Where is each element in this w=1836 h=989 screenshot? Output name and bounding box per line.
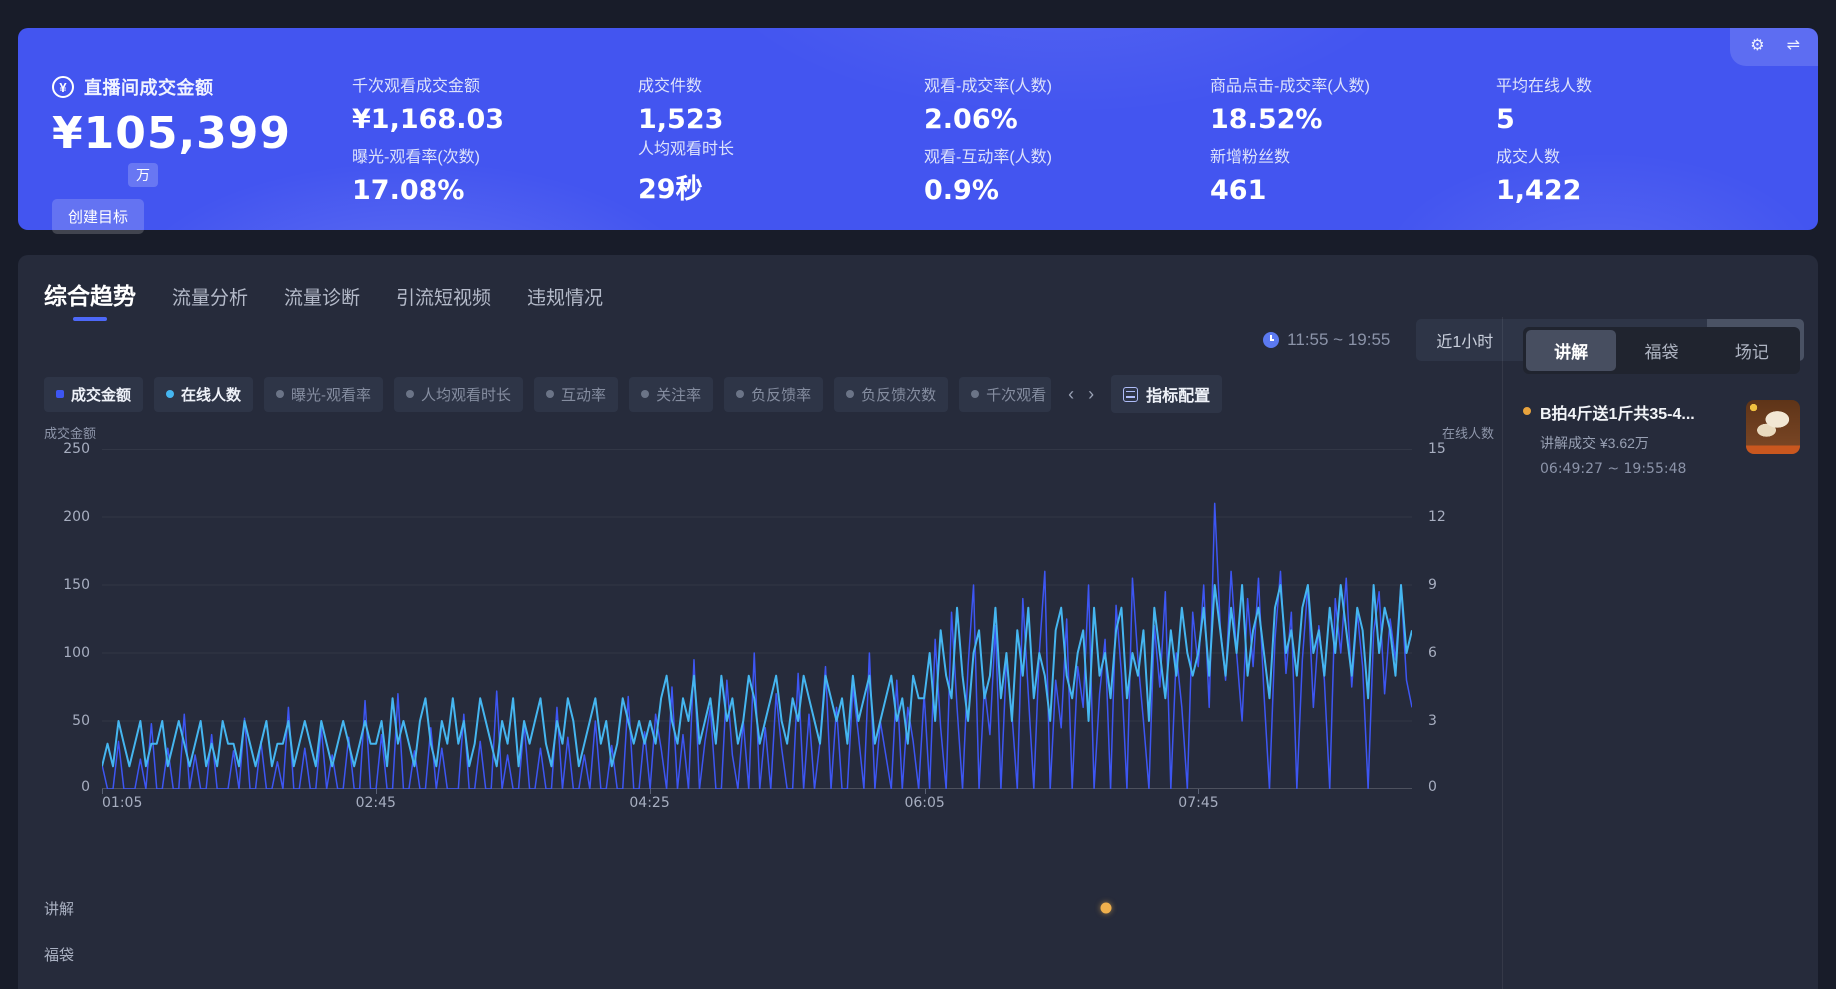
currency-icon: ¥ — [52, 76, 74, 98]
explain-timeline-row: 讲解 — [44, 885, 1496, 931]
explain-item[interactable]: B拍4斤送1斤共35-4... 讲解成交 ¥3.62万 06:49:27 ~ 1… — [1523, 400, 1800, 477]
swap-icon[interactable]: ⇌ — [1787, 38, 1800, 54]
chip-per-1k-views[interactable]: 千次观看 — [959, 377, 1051, 412]
metric-legend: 成交金额 在线人数 曝光-观看率 人均观看时长 互动率 关注率 负反馈率 负反馈… — [44, 375, 1222, 413]
stat-buyers: 成交人数 1,422 — [1496, 143, 1772, 206]
stat-click-conversion-rate: 商品点击-成交率(人数) 18.52% — [1210, 72, 1486, 135]
chip-pager: ‹ › — [1068, 385, 1094, 403]
gear-icon[interactable]: ⚙ — [1750, 38, 1764, 54]
side-tab-explain[interactable]: 讲解 — [1526, 330, 1616, 371]
legend-marker — [546, 390, 554, 398]
main-metric: ¥ 直播间成交金额 ¥105,399 万 创建目标 — [52, 74, 352, 234]
hero-metrics-card: ¥ 直播间成交金额 ¥105,399 万 创建目标 千次观看成交金额 ¥1,16… — [18, 28, 1818, 230]
hero-corner-actions: ⚙ ⇌ — [1730, 28, 1818, 66]
hero-stats-grid: 千次观看成交金额 ¥1,168.03 曝光-观看率(次数) 17.08% 成交件… — [352, 72, 1772, 204]
legend-marker — [406, 390, 414, 398]
dashboard-page: ¥ 直播间成交金额 ¥105,399 万 创建目标 千次观看成交金额 ¥1,16… — [0, 0, 1836, 989]
legend-marker — [846, 390, 854, 398]
chip-negative-feedback-rate[interactable]: 负反馈率 — [724, 377, 823, 412]
chip-negative-feedback-count[interactable]: 负反馈次数 — [834, 377, 948, 412]
right-axis-ticks: 15 12 9 6 3 0 — [1412, 449, 1496, 789]
x-axis-labels: 01:05 02:45 04:25 06:05 07:45 — [102, 789, 1412, 813]
tab-overall-trend[interactable]: 综合趋势 — [44, 277, 136, 321]
main-metric-label: 直播间成交金额 — [84, 74, 214, 100]
chip-interaction-rate[interactable]: 互动率 — [534, 377, 618, 412]
lucky-bag-timeline-row: 福袋 — [44, 931, 1496, 977]
create-goal-button[interactable]: 创建目标 — [52, 199, 144, 234]
chip-prev-icon[interactable]: ‹ — [1068, 385, 1074, 403]
item-title: B拍4斤送1斤共35-4... — [1540, 400, 1737, 424]
left-axis-ticks: 250 200 150 100 50 0 — [44, 449, 102, 789]
side-panel-tabs: 讲解 福袋 场记 — [1523, 327, 1800, 374]
main-metric-value: ¥105,399 — [52, 108, 352, 159]
right-axis-title: 在线人数 — [1412, 423, 1496, 449]
session-side-panel: 讲解 福袋 场记 B拍4斤送1斤共35-4... 讲解成交 ¥3.62万 06:… — [1502, 317, 1818, 989]
legend-marker — [736, 390, 744, 398]
trend-panel: 综合趋势 流量分析 流量诊断 引流短视频 违规情况 11:55 ~ 19:55 … — [18, 255, 1818, 989]
legend-marker — [276, 390, 284, 398]
stat-view-interaction-rate: 观看-互动率(人数) 0.9% — [924, 143, 1200, 206]
stat-items-sold: 成交件数 1,523 — [638, 72, 914, 135]
legend-marker — [56, 390, 64, 398]
item-bullet-dot — [1523, 407, 1531, 415]
chart-plot-area[interactable] — [102, 449, 1412, 789]
explain-event-dot[interactable] — [1100, 903, 1111, 914]
tab-short-video[interactable]: 引流短视频 — [396, 283, 491, 320]
stat-new-followers: 新增粉丝数 461 — [1210, 143, 1486, 206]
side-tab-log[interactable]: 场记 — [1707, 330, 1797, 371]
stat-avg-watch-time: 人均观看时长 29秒 — [638, 135, 914, 206]
trend-chart-svg — [102, 449, 1412, 789]
chip-follow-rate[interactable]: 关注率 — [629, 377, 713, 412]
chip-next-icon[interactable]: › — [1088, 385, 1094, 403]
event-timeline: 讲解 福袋 — [44, 885, 1496, 977]
panel-tabs: 综合趋势 流量分析 流量诊断 引流短视频 违规情况 — [44, 277, 603, 321]
tab-violations[interactable]: 违规情况 — [527, 283, 603, 320]
legend-marker — [971, 390, 979, 398]
stat-exposure-view-rate: 曝光-观看率(次数) 17.08% — [352, 143, 628, 206]
tab-traffic-diagnosis[interactable]: 流量诊断 — [284, 283, 360, 320]
legend-marker — [166, 390, 174, 398]
trend-chart: 成交金额 在线人数 250 200 150 100 50 0 — [44, 423, 1496, 977]
item-time-range: 06:49:27 ~ 19:55:48 — [1540, 461, 1737, 477]
time-range-display[interactable]: 11:55 ~ 19:55 — [1263, 330, 1390, 350]
chip-online-users[interactable]: 在线人数 — [154, 377, 253, 412]
stat-avg-online-users: 平均在线人数 5 — [1496, 72, 1772, 135]
side-tab-lucky-bag[interactable]: 福袋 — [1616, 330, 1706, 371]
range-1h-button[interactable]: 近1小时 — [1416, 319, 1513, 361]
config-icon — [1123, 387, 1138, 402]
main-metric-unit-badge: 万 — [128, 163, 158, 187]
item-gmv: 讲解成交 ¥3.62万 — [1540, 433, 1737, 453]
chip-exposure-view-rate[interactable]: 曝光-观看率 — [264, 377, 383, 412]
metric-config-button[interactable]: 指标配置 — [1111, 375, 1222, 413]
stat-gmv-per-1k-views: 千次观看成交金额 ¥1,168.03 — [352, 72, 628, 135]
time-range-text: 11:55 ~ 19:55 — [1287, 330, 1390, 350]
stat-view-conversion-rate: 观看-成交率(人数) 2.06% — [924, 72, 1200, 135]
chip-avg-watch-time[interactable]: 人均观看时长 — [394, 377, 523, 412]
chip-gmv[interactable]: 成交金额 — [44, 377, 143, 412]
legend-marker — [641, 390, 649, 398]
product-thumbnail — [1746, 400, 1800, 454]
tab-traffic-analysis[interactable]: 流量分析 — [172, 283, 248, 320]
clock-icon — [1263, 332, 1279, 348]
